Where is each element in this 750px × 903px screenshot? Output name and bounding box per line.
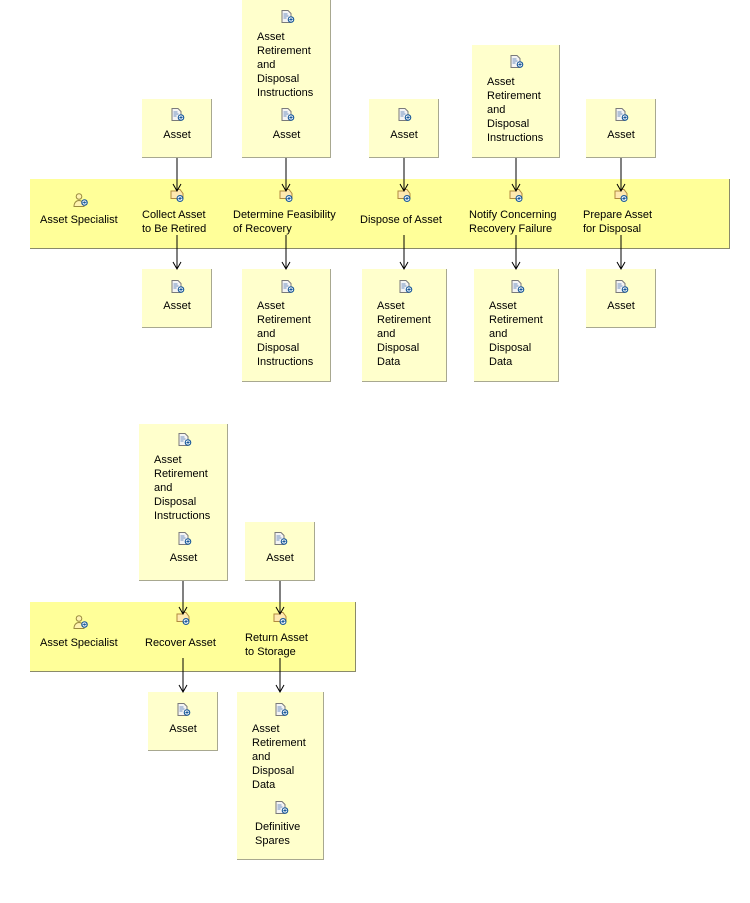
connectors [172, 158, 626, 694]
